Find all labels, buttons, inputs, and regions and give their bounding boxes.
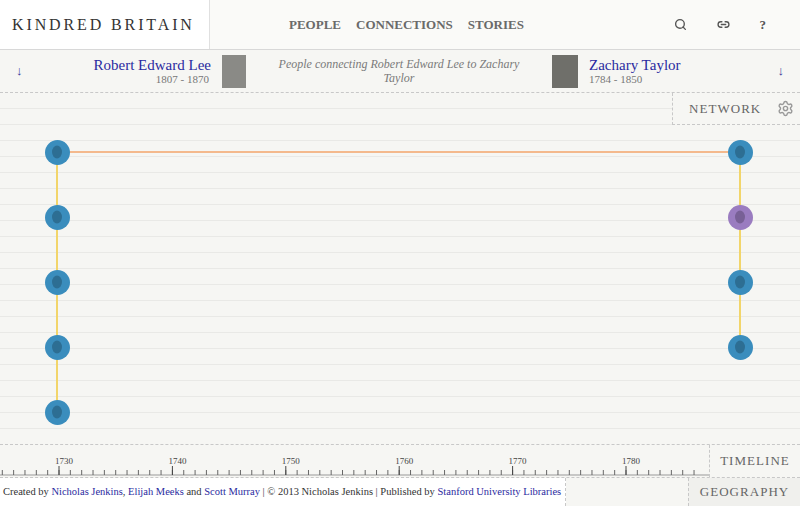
person-dates: 1807 - 1870 bbox=[156, 73, 209, 85]
person-node[interactable] bbox=[728, 140, 753, 165]
credit-link[interactable]: Scott Murray bbox=[204, 484, 260, 500]
credit-link[interactable]: Nicholas Jenkins bbox=[51, 484, 122, 500]
geography-tab[interactable]: GEOGRAPHY bbox=[688, 478, 800, 506]
credits: Created by Nicholas Jenkins, Elijah Meek… bbox=[0, 478, 566, 506]
person-silhouette-icon bbox=[734, 210, 746, 225]
timeline-label: 1730 bbox=[54, 457, 74, 466]
credit-link[interactable]: Stanford University Libraries bbox=[438, 484, 562, 500]
person-node[interactable] bbox=[728, 205, 753, 230]
main-nav: PEOPLE CONNECTIONS STORIES bbox=[289, 0, 524, 49]
person-name[interactable]: Robert Edward Lee bbox=[94, 57, 211, 74]
person-node[interactable] bbox=[728, 270, 753, 295]
right-arrow[interactable]: ↓ bbox=[770, 61, 784, 81]
connection-caption: People connecting Robert Edward Lee to Z… bbox=[274, 57, 524, 86]
person-silhouette-icon bbox=[51, 275, 63, 290]
person-node[interactable] bbox=[728, 335, 753, 360]
person-silhouette-icon bbox=[734, 275, 746, 290]
timeline-label: 1760 bbox=[394, 457, 414, 466]
timeline-tab[interactable]: TIMELINE bbox=[709, 445, 800, 477]
person-silhouette-icon bbox=[51, 145, 63, 160]
person-silhouette-icon bbox=[51, 210, 63, 225]
ruler-ticks bbox=[0, 445, 709, 477]
timeline-ruler[interactable]: 1730 1740 1750 1760 1770 1780 bbox=[0, 445, 709, 477]
link-icon[interactable] bbox=[717, 18, 730, 31]
timeline-label: 1780 bbox=[621, 457, 641, 466]
timeline-bar: 1730 1740 1750 1760 1770 1780 TIMELINE bbox=[0, 445, 800, 477]
person-silhouette-icon bbox=[51, 340, 63, 355]
person-node[interactable] bbox=[45, 270, 70, 295]
person-dates: 1784 - 1850 bbox=[589, 73, 642, 85]
app: KINDRED BRITAIN PEOPLE CONNECTIONS STORIES?… bbox=[0, 0, 800, 506]
timeline-label: 1770 bbox=[508, 457, 528, 466]
person-node[interactable] bbox=[45, 205, 70, 230]
nav-item[interactable]: CONNECTIONS bbox=[356, 15, 453, 35]
credit-link[interactable]: Elijah Meeks bbox=[128, 484, 184, 500]
portrait bbox=[222, 55, 246, 88]
nav-item[interactable]: STORIES bbox=[468, 15, 524, 35]
timeline-label: 1740 bbox=[167, 457, 187, 466]
person-silhouette-icon bbox=[51, 405, 63, 420]
person-name[interactable]: Zachary Taylor bbox=[589, 57, 681, 74]
person-node[interactable] bbox=[45, 140, 70, 165]
nav-item[interactable]: PEOPLE bbox=[289, 15, 341, 35]
connection-bar: ↓ Robert Edward Lee1807 - 1870 People conn… bbox=[0, 50, 800, 93]
person-silhouette-icon bbox=[734, 340, 746, 355]
top-bar: KINDRED BRITAIN PEOPLE CONNECTIONS STORIES? bbox=[0, 0, 800, 50]
network-canvas: NETWORK bbox=[0, 93, 800, 445]
network-tab[interactable]: NETWORK bbox=[672, 93, 800, 125]
search-icon[interactable] bbox=[674, 18, 687, 31]
connection-lines bbox=[0, 93, 800, 445]
gear-icon[interactable] bbox=[777, 100, 794, 117]
person-silhouette-icon bbox=[734, 145, 746, 160]
footer: Created by Nicholas Jenkins, Elijah Meek… bbox=[0, 477, 800, 506]
left-arrow[interactable]: ↓ bbox=[16, 61, 30, 81]
timeline-label: 1750 bbox=[281, 457, 301, 466]
person-node[interactable] bbox=[45, 400, 70, 425]
help-button[interactable]: ? bbox=[760, 15, 767, 35]
person-node[interactable] bbox=[45, 335, 70, 360]
logo[interactable]: KINDRED BRITAIN bbox=[0, 0, 210, 49]
portrait bbox=[552, 55, 578, 88]
